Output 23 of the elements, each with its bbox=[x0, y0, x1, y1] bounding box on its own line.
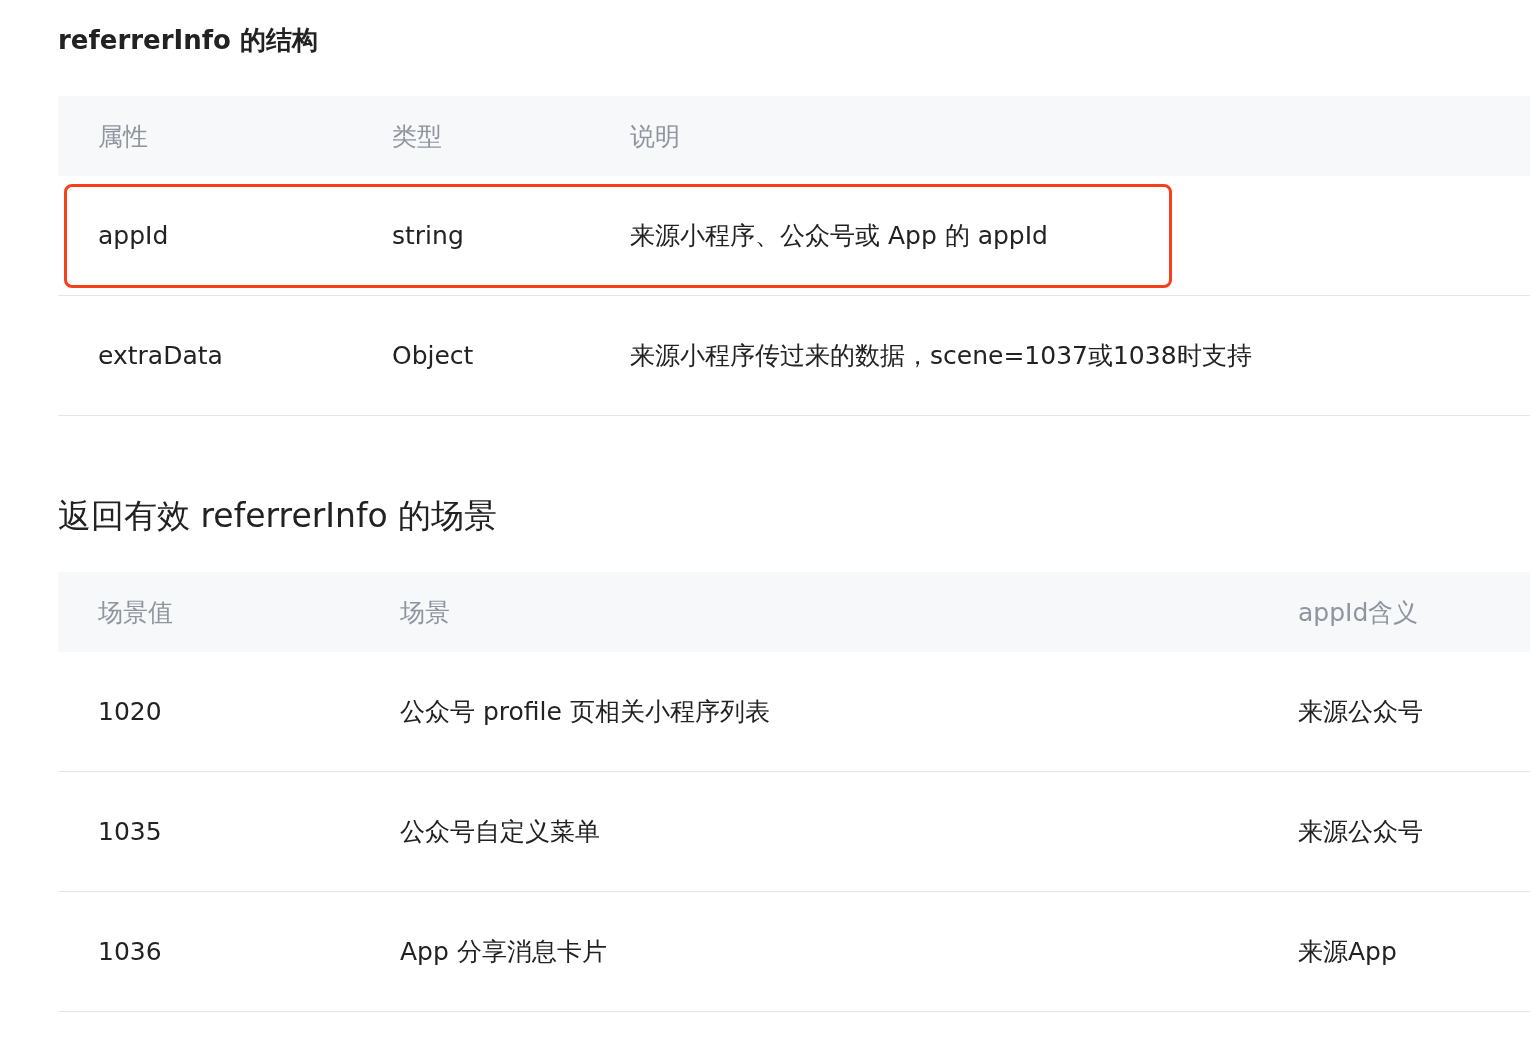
column-header: 说明 bbox=[630, 120, 680, 153]
column-header: 属性 bbox=[98, 120, 148, 153]
column-header: 场景 bbox=[400, 596, 450, 629]
table-cell: appId bbox=[98, 221, 169, 250]
table-cell-text: 公众号 profile 页相关小程序列表 bbox=[400, 696, 770, 728]
column-header: 类型 bbox=[392, 120, 442, 153]
column-header: appId含义 bbox=[1298, 596, 1419, 629]
table-cell-text: 来源公众号 bbox=[1298, 696, 1423, 728]
table-cell-text: 来源App bbox=[1298, 936, 1397, 968]
table-cell-text: 来源小程序、公众号或 App 的 appId bbox=[630, 220, 1048, 252]
table-cell-text: App 分享消息卡片 bbox=[400, 936, 607, 968]
table-cell-text: 来源公众号 bbox=[1298, 816, 1423, 848]
table-cell-text: 来源小程序传过来的数据，scene=1037或1038时支持 bbox=[630, 340, 1252, 372]
table-cell: 1035 bbox=[98, 817, 162, 846]
table-cell: Object bbox=[392, 341, 474, 370]
table-cell: 1036 bbox=[98, 937, 162, 966]
table-cell-text: 公众号自定义菜单 bbox=[400, 816, 600, 848]
column-header: 场景值 bbox=[98, 596, 173, 629]
table-cell: string bbox=[392, 221, 464, 250]
section-heading: 返回有效 referrerInfo 的场景 bbox=[58, 495, 499, 537]
table-cell: extraData bbox=[98, 341, 223, 370]
section-heading: referrerInfo 的结构 bbox=[58, 24, 319, 57]
table-cell: 1020 bbox=[98, 697, 162, 726]
